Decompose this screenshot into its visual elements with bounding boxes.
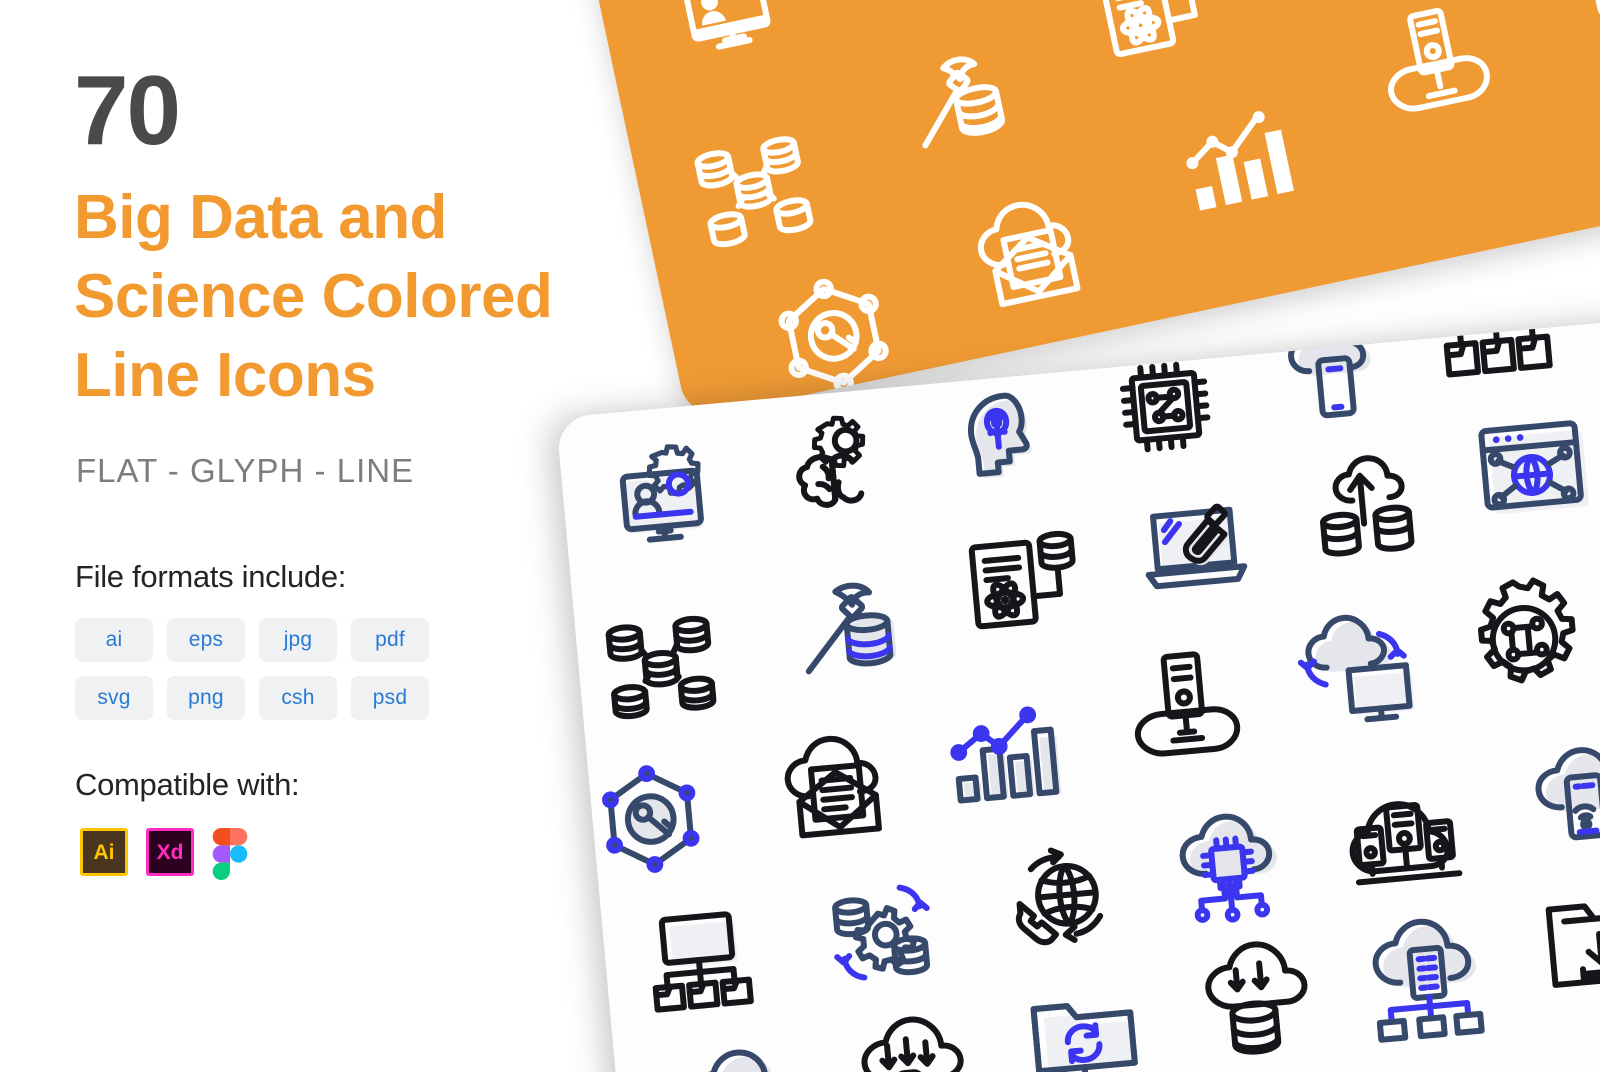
- file-format-row: ai eps jpg pdf: [75, 618, 455, 662]
- cloud-server-sitemap-icon: [1361, 910, 1491, 1043]
- adobe-illustrator-icon: Ai: [80, 828, 128, 876]
- format-pill-eps[interactable]: eps: [167, 618, 245, 662]
- cloud-mail-document-icon: [959, 178, 1101, 320]
- file-format-row: svg png csh psd: [75, 676, 455, 720]
- page-title: Big Data and Science Colored Line Icons: [74, 183, 553, 410]
- server-rack-cloud-icon: [1340, 770, 1470, 900]
- folder-download-icon: [1535, 878, 1600, 1008]
- head-brain-icon: [943, 376, 1073, 506]
- format-pill-csh[interactable]: csh: [259, 676, 337, 720]
- globe-phone-support-icon: [993, 835, 1123, 965]
- bar-chart-analytics-icon: [937, 686, 1067, 816]
- compatible-with-label: Compatible with:: [75, 767, 300, 802]
- laptop-code-icon: [1585, 1028, 1600, 1072]
- brain-gear-icon: [775, 407, 905, 537]
- browser-globe-network-icon: [1467, 403, 1597, 533]
- poster-canvas: 70 Big Data and Science Colored Line Ico…: [0, 0, 1600, 1072]
- info-panel: 70 Big Data and Science Colored Line Ico…: [0, 0, 660, 1072]
- hexagon-key-network-icon: [763, 265, 905, 407]
- database-network-icon: [681, 112, 823, 254]
- cloud-mobile-icon: [1266, 311, 1396, 437]
- format-pill-pdf[interactable]: pdf: [351, 618, 429, 662]
- laptop-usb-icon: [1129, 481, 1259, 611]
- cloud-sync-monitor-icon: [1293, 609, 1423, 739]
- white-icon-card: [556, 311, 1600, 1072]
- bar-chart-analytics-icon: [1164, 85, 1306, 227]
- icon-count: 70: [74, 55, 181, 165]
- gear-circuit-ai-icon: [1459, 574, 1589, 704]
- document-atom-database-icon: [958, 521, 1088, 651]
- brain-gear-icon: [852, 0, 994, 2]
- server-cloud-icon: [1120, 643, 1250, 773]
- cloud-sync-monitor-icon: [1534, 0, 1600, 47]
- browser-alert-icon: [1593, 311, 1600, 373]
- style-subtitle: FLAT - GLYPH - LINE: [76, 452, 415, 489]
- server-cloud-icon: [1363, 0, 1505, 134]
- cloud-microchip-iot-icon: [1164, 802, 1294, 932]
- format-pill-jpg[interactable]: jpg: [259, 618, 337, 662]
- white-icon-grid: [556, 311, 1600, 1072]
- cloud-mail-document-icon: [771, 719, 901, 849]
- format-pill-ai[interactable]: ai: [75, 618, 153, 662]
- monitor-user-settings-icon: [665, 0, 807, 82]
- document-atom-database-icon: [1086, 0, 1228, 81]
- format-pill-png[interactable]: png: [167, 676, 245, 720]
- figma-icon: [212, 828, 248, 880]
- cloud-database-download-icon: [1193, 941, 1323, 1072]
- compatible-app-list: Ai Xd: [80, 828, 248, 880]
- sitemap-folders-icon: [1431, 311, 1561, 402]
- file-formats-label: File formats include:: [75, 559, 347, 594]
- file-format-pill-group: ai eps jpg pdf svg png csh psd: [75, 618, 455, 734]
- pickaxe-database-mining-icon: [783, 559, 913, 689]
- cloud-upload-database-icon: [1302, 444, 1432, 574]
- format-pill-psd[interactable]: psd: [351, 676, 429, 720]
- cloud-mobile-wifi-icon: [1518, 735, 1600, 865]
- eye-analytics-network-icon: [1409, 1059, 1539, 1072]
- database-gear-sync-icon: [817, 867, 947, 997]
- folder-sync-monitor-icon: [1019, 975, 1149, 1072]
- microchip-circuit-icon: [1100, 342, 1230, 472]
- pickaxe-database-mining-icon: [886, 26, 1028, 168]
- adobe-xd-icon: Xd: [146, 828, 194, 876]
- format-pill-svg[interactable]: svg: [75, 676, 153, 720]
- cloud-search-icon: [674, 1039, 804, 1072]
- cloud-usb-download-icon: [844, 1008, 974, 1072]
